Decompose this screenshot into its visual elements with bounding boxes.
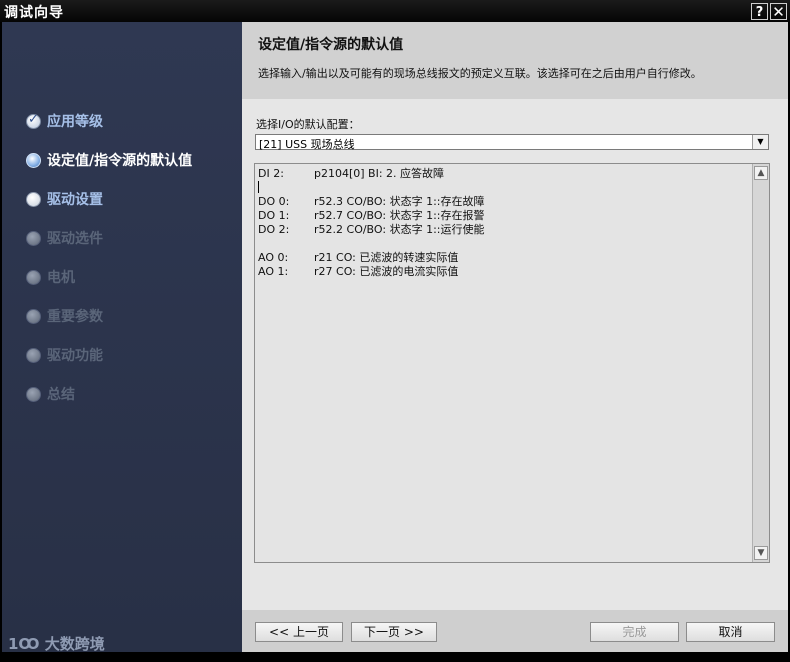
step-drive-settings[interactable]: 驱动设置 — [26, 188, 103, 210]
radio-icon — [26, 230, 41, 246]
current-step-icon — [26, 152, 41, 168]
io-key: DI 2: — [258, 167, 284, 180]
previous-button[interactable]: << 上一页 — [255, 622, 343, 642]
scroll-up-icon[interactable]: ▲ — [754, 166, 768, 180]
step-label: 驱动功能 — [47, 348, 103, 364]
io-interconnection-text[interactable]: DI 2: p2104[0] BI: 2. 应答故障 DO 0: r52.3 CO/… — [254, 163, 770, 563]
page-description: 选择输入/输出以及可能有的现场总线报文的预定义互联。该选择可在之后由用户自行修改… — [258, 67, 702, 80]
io-value: p2104[0] BI: 2. 应答故障 — [314, 167, 445, 180]
watermark-logo: 1Ꝏ 大数跨境 — [8, 635, 105, 653]
step-drive-functions: 驱动功能 — [26, 344, 103, 366]
io-line: DO 0: r52.3 CO/BO: 状态字 1::存在故障 — [258, 195, 484, 209]
next-button[interactable]: 下一页 >> — [351, 622, 437, 642]
main-content: 选择I/O的默认配置： [21] USS 现场总线 ▼ DI 2: p2104[0… — [242, 99, 788, 610]
page-header: 设定值/指令源的默认值 选择输入/输出以及可能有的现场总线报文的预定义互联。该选… — [242, 22, 788, 99]
io-key: AO 0: — [258, 251, 289, 264]
io-value: r52.3 CO/BO: 状态字 1::存在故障 — [314, 195, 485, 208]
step-label: 设定值/指令源的默认值 — [47, 153, 193, 169]
wizard-steps-sidebar: 应用等级 设定值/指令源的默认值 驱动设置 驱动选件 电机 重要参数 驱动功能 … — [2, 22, 242, 652]
step-label: 电机 — [47, 270, 75, 286]
io-value: r52.2 CO/BO: 状态字 1::运行使能 — [314, 223, 485, 236]
io-line: DO 2: r52.2 CO/BO: 状态字 1::运行使能 — [258, 223, 484, 237]
step-label: 应用等级 — [47, 114, 103, 130]
io-value: r52.7 CO/BO: 状态字 1::存在报警 — [314, 209, 485, 222]
io-key: DO 0: — [258, 195, 290, 208]
io-line: AO 1: r27 CO: 已滤波的电流实际值 — [258, 265, 458, 279]
check-icon — [26, 112, 41, 129]
radio-icon — [26, 347, 41, 363]
window-title: 调试向导 — [4, 5, 64, 21]
io-line: AO 0: r21 CO: 已滤波的转速实际值 — [258, 251, 458, 265]
step-label: 驱动选件 — [47, 231, 103, 247]
dropdown-arrow-icon[interactable]: ▼ — [752, 135, 768, 149]
step-label: 重要参数 — [47, 309, 103, 325]
title-bar: 调试向导 ? ✕ — [0, 0, 790, 22]
step-label: 驱动设置 — [47, 192, 103, 208]
io-line: DI 2: p2104[0] BI: 2. 应答故障 — [258, 167, 444, 181]
io-config-value: [21] USS 现场总线 — [259, 138, 355, 151]
io-config-label: 选择I/O的默认配置： — [256, 118, 360, 131]
radio-icon — [26, 269, 41, 285]
radio-icon — [26, 308, 41, 324]
radio-icon — [26, 191, 41, 207]
io-key: AO 1: — [258, 265, 289, 278]
step-drive-options: 驱动选件 — [26, 227, 103, 249]
radio-icon — [26, 386, 41, 402]
page-title: 设定值/指令源的默认值 — [258, 37, 404, 53]
io-line: DO 1: r52.7 CO/BO: 状态字 1::存在报警 — [258, 209, 484, 223]
step-label: 总结 — [47, 387, 75, 403]
io-key: DO 2: — [258, 223, 290, 236]
io-value: r21 CO: 已滤波的转速实际值 — [314, 251, 459, 264]
step-setpoint-defaults[interactable]: 设定值/指令源的默认值 — [26, 149, 192, 171]
step-motor: 电机 — [26, 266, 75, 288]
step-important-params: 重要参数 — [26, 305, 103, 327]
io-key: DO 1: — [258, 209, 290, 222]
step-summary: 总结 — [26, 383, 75, 405]
scroll-down-icon[interactable]: ▼ — [754, 546, 768, 560]
io-config-dropdown[interactable]: [21] USS 现场总线 ▼ — [255, 134, 769, 151]
close-button[interactable]: ✕ — [770, 3, 787, 21]
help-button[interactable]: ? — [751, 3, 768, 20]
cancel-button[interactable]: 取消 — [686, 622, 775, 642]
io-value: r27 CO: 已滤波的电流实际值 — [314, 265, 459, 278]
button-bar: << 上一页 下一页 >> 完成 取消 — [242, 610, 788, 652]
finish-button[interactable]: 完成 — [590, 622, 679, 642]
text-caret — [258, 181, 259, 193]
step-application-class[interactable]: 应用等级 — [26, 110, 103, 132]
vertical-scrollbar[interactable]: ▲ ▼ — [752, 164, 769, 562]
window-bottom-border — [0, 652, 790, 662]
